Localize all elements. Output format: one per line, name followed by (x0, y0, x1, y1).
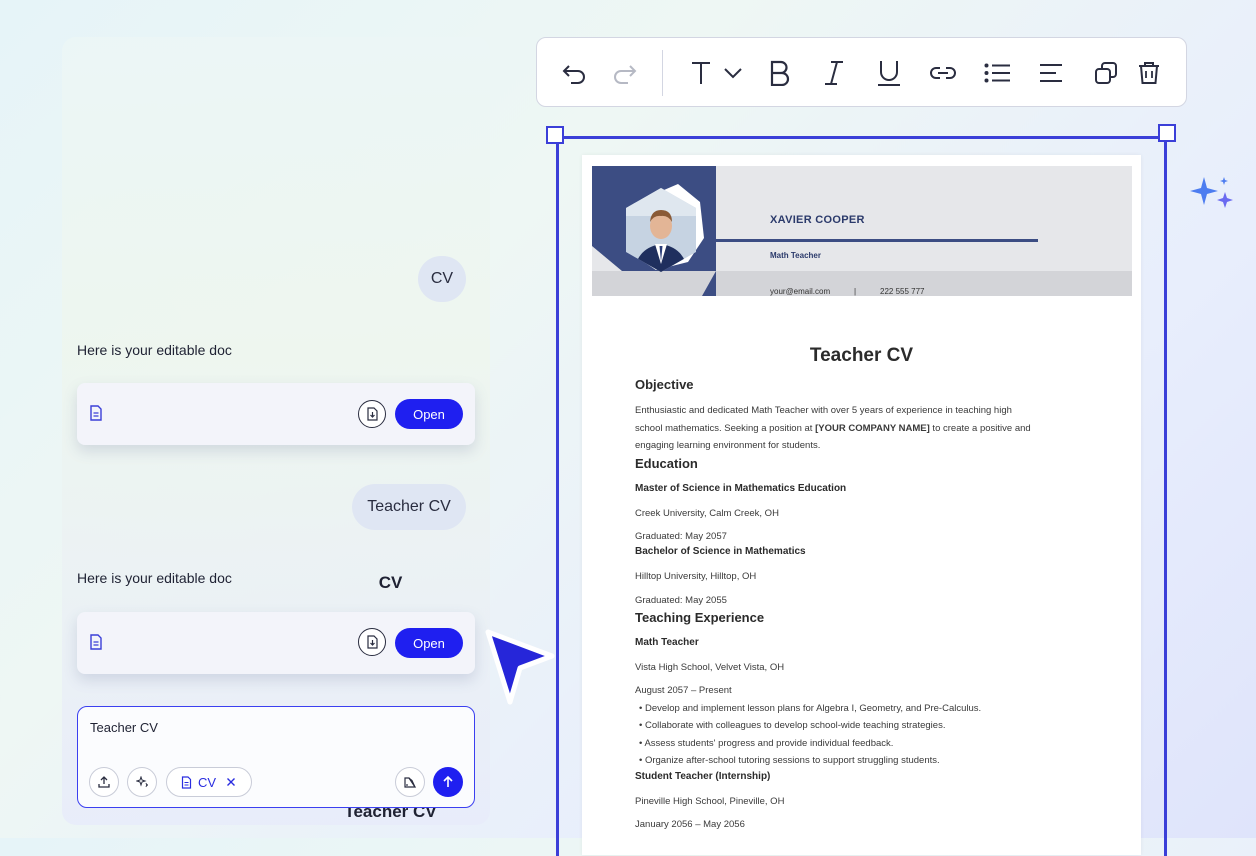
duplicate-icon (1095, 62, 1117, 84)
undo-icon (562, 65, 585, 84)
user-message-bubble: Teacher CV (352, 484, 466, 530)
delete-button[interactable] (1135, 59, 1163, 87)
bold-icon (770, 60, 790, 86)
open-button[interactable]: Open (395, 628, 463, 658)
document-icon (181, 775, 192, 789)
list-button[interactable] (983, 59, 1011, 87)
bold-button[interactable] (766, 59, 794, 87)
doc-card-cv[interactable]: CV Open (77, 383, 475, 592)
user-message-text: CV (430, 270, 454, 287)
link-icon (930, 67, 956, 79)
assistant-message-text: Here is your editable doc (77, 342, 232, 358)
upload-icon (98, 776, 110, 788)
align-button[interactable] (1037, 59, 1065, 87)
text-style-icon (692, 62, 742, 84)
duplicate-button[interactable] (1092, 59, 1120, 87)
align-icon (1040, 64, 1062, 82)
document-icon (90, 634, 102, 650)
download-icon (367, 407, 378, 421)
list-icon (984, 63, 1010, 83)
document-icon (90, 405, 102, 421)
format-toolbar (536, 37, 1187, 107)
download-button[interactable] (358, 400, 386, 428)
underline-button[interactable] (875, 59, 903, 87)
redo-button[interactable] (610, 59, 638, 87)
magic-button[interactable] (127, 767, 157, 797)
assistant-message-text: Here is your editable doc (77, 570, 232, 586)
download-button[interactable] (358, 628, 386, 656)
download-icon (367, 635, 378, 649)
italic-button[interactable] (820, 59, 848, 87)
resize-handle-top-left[interactable] (546, 126, 564, 144)
send-button[interactable] (433, 767, 463, 797)
attachment-label: CV (198, 774, 217, 790)
link-button[interactable] (929, 59, 957, 87)
sparkle-icon (136, 776, 148, 788)
sparkle-icon (1190, 177, 1233, 208)
composer-input[interactable]: Teacher CV (90, 720, 158, 735)
close-icon[interactable] (226, 777, 236, 787)
selection-frame[interactable] (556, 136, 1167, 856)
resize-handle-top-right[interactable] (1158, 124, 1176, 142)
attachment-chip[interactable]: CV (166, 767, 252, 797)
upload-button[interactable] (89, 767, 119, 797)
underline-icon (878, 61, 900, 86)
toolbar-separator (662, 50, 663, 96)
italic-icon (825, 61, 843, 85)
message-composer[interactable]: Teacher CV CV (77, 706, 475, 808)
text-style-button[interactable] (687, 59, 747, 87)
pointer-cursor-icon (485, 629, 555, 705)
open-button[interactable]: Open (395, 399, 463, 429)
palette-icon (404, 777, 417, 788)
user-message-text: Teacher CV (367, 498, 451, 515)
undo-button[interactable] (561, 59, 589, 87)
doc-card-teacher-cv[interactable]: Teacher CV Open (77, 612, 475, 821)
arrow-up-icon (443, 775, 453, 787)
template-button[interactable] (395, 767, 425, 797)
delete-icon (1139, 62, 1159, 84)
redo-icon (614, 65, 637, 84)
user-message-bubble: CV (418, 256, 466, 302)
